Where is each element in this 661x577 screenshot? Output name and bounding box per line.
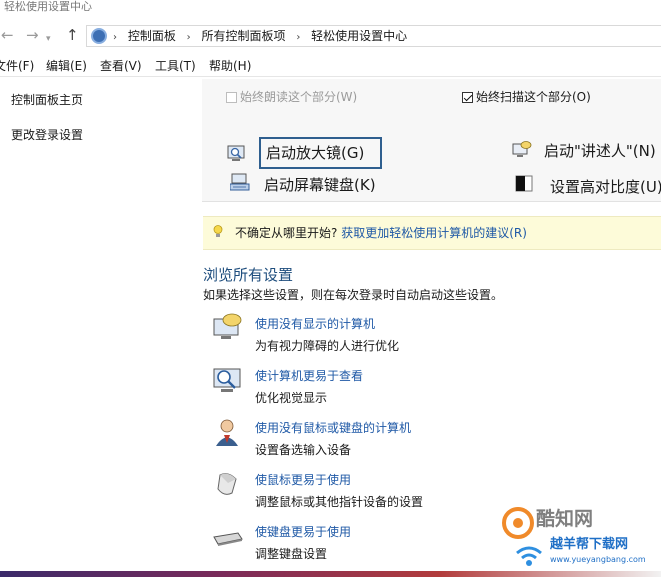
control-panel-icon [91,28,107,44]
start-magnifier-button[interactable]: 启动放大镜(G) [266,143,364,163]
breadcrumb-item[interactable]: 控制面板 [128,29,176,43]
quick-access-panel: 始终朗读这个部分(W) 始终扫描这个部分(O) 启动放大镜(G) 启动"讲述人"… [202,79,661,202]
tip-text: 不确定从哪里开始? 获取更加轻松使用计算机的建议(R) [235,225,527,241]
breadcrumb-item[interactable]: 所有控制面板项 [202,29,286,43]
set-high-contrast-button[interactable]: 设置高对比度(U) [550,177,661,197]
window-title: 轻松使用设置中心 [4,0,92,13]
entry-link-keyboard[interactable]: 使键盘更易于使用 [255,524,351,540]
always-scan-label: 始终扫描这个部分(O) [476,90,591,104]
sidebar-item-home[interactable]: 控制面板主页 [11,92,83,108]
entry-desc-no-display: 为有视力障碍的人进行优化 [255,339,400,353]
magnify-monitor-icon [213,368,241,392]
section-title: 浏览所有设置 [203,266,294,284]
entry-desc-keyboard: 调整键盘设置 [255,547,328,561]
entry-link-mouse[interactable]: 使鼠标更易于使用 [255,472,351,488]
always-scan-checkbox[interactable] [462,92,473,103]
always-scan-option[interactable]: 始终扫描这个部分(O) [462,89,591,105]
menu-bar: 文件(F) 编辑(E) 查看(V) 工具(T) 帮助(H) [0,56,661,77]
sidebar-item-login-settings[interactable]: 更改登录设置 [11,127,83,143]
high-contrast-icon [515,175,533,192]
keyboard-icon [213,532,243,546]
menu-view[interactable]: 查看(V) [100,58,142,74]
wifi-icon [516,546,542,566]
entry-desc-no-mouse-keyboard: 设置备选输入设备 [255,443,352,457]
watermark-subtitle: 越羊帮下载网 [550,537,629,552]
watermark-url: www.yueyangbang.com [550,555,646,564]
breadcrumb-item[interactable]: 轻松使用设置中心 [311,29,407,43]
section-description: 如果选择这些设置，则在每次登录时自动启动这些设置。 [203,288,504,302]
always-read-label: 始终朗读这个部分(W) [240,90,358,104]
entry-link-no-display[interactable]: 使用没有显示的计算机 [255,316,375,332]
taskbar-strip [0,571,661,577]
tip-prefix: 不确定从哪里开始? [235,226,338,240]
watermark: 酷知网 越羊帮下载网 www.yueyangbang.com [500,505,661,575]
watermark-logo-icon [502,507,534,539]
menu-tools[interactable]: 工具(T) [155,58,196,74]
user-headset-icon [216,419,238,446]
tip-link[interactable]: 获取更加轻松使用计算机的建议(R) [341,226,527,240]
breadcrumb: › 控制面板 › 所有控制面板项 › 轻松使用设置中心 [113,28,407,46]
entry-desc-easier-to-see: 优化视觉显示 [255,391,328,405]
sidebar: 控制面板主页 更改登录设置 [0,77,200,577]
start-narrator-button[interactable]: 启动"讲述人"(N) [544,141,656,161]
chevron-right-icon: › [296,32,301,43]
chevron-right-icon: › [186,32,191,43]
watermark-brand: 酷知网 [536,508,594,530]
main-content: 始终朗读这个部分(W) 始终扫描这个部分(O) 启动放大镜(G) 启动"讲述人"… [200,77,661,577]
mouse-icon [217,473,237,495]
navigation-bar: ← → ▾ ↑ › 控制面板 › 所有控制面板项 › 轻松使用设置中心 [0,18,661,52]
narrator-icon [512,141,532,157]
history-dropdown-icon[interactable]: ▾ [46,30,51,48]
lightbulb-icon [213,225,223,237]
forward-arrow-icon[interactable]: → [26,26,39,44]
title-bar: 轻松使用设置中心 [0,0,661,18]
menu-help[interactable]: 帮助(H) [209,58,251,74]
address-bar[interactable]: › 控制面板 › 所有控制面板项 › 轻松使用设置中心 [86,25,661,47]
menu-file[interactable]: 文件(F) [0,58,34,74]
entry-link-easier-to-see[interactable]: 使计算机更易于查看 [255,368,363,384]
magnifier-icon [227,145,245,161]
chevron-right-icon: › [113,32,117,43]
menu-edit[interactable]: 编辑(E) [46,58,87,74]
speech-monitor-icon [213,313,242,339]
always-read-checkbox[interactable] [226,92,237,103]
tip-bar: 不确定从哪里开始? 获取更加轻松使用计算机的建议(R) [203,216,661,250]
start-onscreen-keyboard-button[interactable]: 启动屏幕键盘(K) [264,175,376,195]
back-arrow-icon[interactable]: ← [1,26,14,44]
entry-desc-mouse: 调整鼠标或其他指针设备的设置 [255,495,424,509]
onscreen-keyboard-icon [230,173,250,191]
always-read-option[interactable]: 始终朗读这个部分(W) [226,89,357,105]
up-arrow-icon[interactable]: ↑ [66,26,79,44]
entry-link-no-mouse-keyboard[interactable]: 使用没有鼠标或键盘的计算机 [255,420,411,436]
